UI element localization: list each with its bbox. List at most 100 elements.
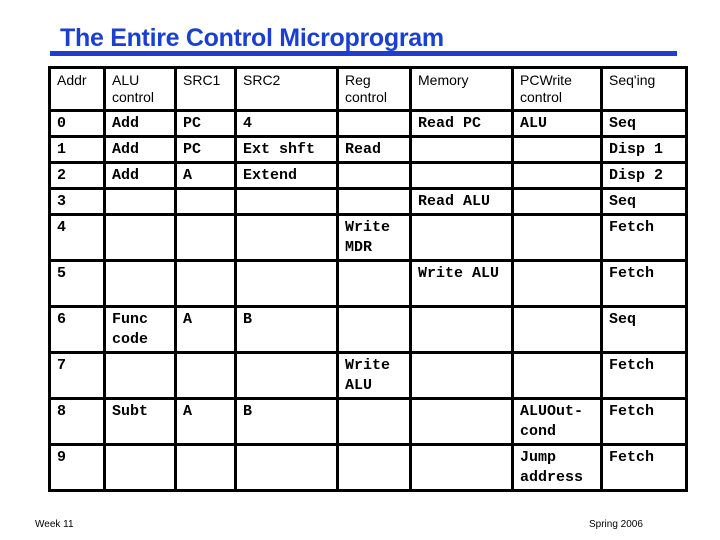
header-reg-control: Reg control [336,66,412,112]
cell-reg-control: Read [336,135,412,164]
cell-src1 [174,213,237,262]
cell-src1: A [174,305,237,354]
header-alu-control: ALU control [103,66,177,112]
cell-src1 [174,351,237,400]
header-pcwrite-control: PCWrite control [511,66,603,112]
cell-memory [409,397,514,446]
cell-addr: 8 [48,397,106,446]
cell-reg-control [336,187,412,216]
cell-seqing: Fetch [600,213,688,262]
cell-reg-control [336,259,412,308]
cell-addr: 7 [48,351,106,400]
footer-term: Spring 2006 [589,519,643,530]
cell-memory [409,443,514,492]
table-row: 9 Jump address Fetch [48,443,688,492]
cell-src2 [234,213,339,262]
footer-week: Week 11 [35,519,74,530]
cell-memory [409,161,514,190]
cell-seqing: Fetch [600,443,688,492]
cell-alu-control: Add [103,135,177,164]
cell-reg-control [336,109,412,138]
header-addr: Addr [48,66,106,112]
cell-seqing: Disp 1 [600,135,688,164]
cell-alu-control: Func code [103,305,177,354]
cell-src2: B [234,397,339,446]
cell-pcwrite-control: Jump address [511,443,603,492]
cell-src1 [174,443,237,492]
cell-seqing: Disp 2 [600,161,688,190]
table-row: 0 Add PC 4 Read PC ALU Seq [48,109,688,138]
cell-memory: Read ALU [409,187,514,216]
table-row: 6 Func code A B Seq [48,305,688,354]
cell-src1: PC [174,135,237,164]
cell-alu-control: Subt [103,397,177,446]
table-row: 4 Write MDR Fetch [48,213,688,262]
cell-seqing: Fetch [600,259,688,308]
cell-reg-control [336,161,412,190]
cell-addr: 5 [48,259,106,308]
cell-src1: A [174,397,237,446]
title-underline [50,51,677,56]
cell-alu-control [103,351,177,400]
table-header-row: Addr ALU control SRC1 SRC2 Reg control M… [48,66,688,112]
table-row: 8 Subt A B ALUOut-cond Fetch [48,397,688,446]
cell-src2 [234,351,339,400]
cell-pcwrite-control [511,187,603,216]
table-row: 2 Add A Extend Disp 2 [48,161,688,190]
cell-alu-control [103,259,177,308]
cell-src1 [174,187,237,216]
cell-src1: PC [174,109,237,138]
cell-src2 [234,443,339,492]
cell-seqing: Fetch [600,397,688,446]
cell-addr: 1 [48,135,106,164]
cell-addr: 6 [48,305,106,354]
cell-memory [409,213,514,262]
cell-addr: 3 [48,187,106,216]
header-src2: SRC2 [234,66,339,112]
cell-reg-control [336,397,412,446]
cell-pcwrite-control: ALUOut-cond [511,397,603,446]
cell-src2 [234,187,339,216]
cell-seqing: Seq [600,305,688,354]
cell-src2: Extend [234,161,339,190]
cell-reg-control: Write MDR [336,213,412,262]
cell-reg-control: Write ALU [336,351,412,400]
table-row: 7 Write ALU Fetch [48,351,688,400]
cell-memory [409,351,514,400]
table-row: 5 Write ALU Fetch [48,259,688,308]
cell-addr: 2 [48,161,106,190]
table-row: 3 Read ALU Seq [48,187,688,216]
cell-addr: 4 [48,213,106,262]
cell-src2: Ext shft [234,135,339,164]
cell-src1: A [174,161,237,190]
cell-addr: 9 [48,443,106,492]
cell-src1 [174,259,237,308]
header-src1: SRC1 [174,66,237,112]
cell-memory [409,305,514,354]
cell-alu-control [103,443,177,492]
slide-title: The Entire Control Microprogram [60,24,444,52]
cell-pcwrite-control: ALU [511,109,603,138]
cell-pcwrite-control [511,351,603,400]
header-seqing: Seq'ing [600,66,688,112]
cell-reg-control [336,305,412,354]
cell-memory: Write ALU [409,259,514,308]
cell-reg-control [336,443,412,492]
header-memory: Memory [409,66,514,112]
cell-pcwrite-control [511,305,603,354]
cell-pcwrite-control [511,135,603,164]
table-row: 1 Add PC Ext shft Read Disp 1 [48,135,688,164]
cell-alu-control [103,187,177,216]
microprogram-table: Addr ALU control SRC1 SRC2 Reg control M… [48,66,688,492]
cell-pcwrite-control [511,161,603,190]
cell-alu-control: Add [103,109,177,138]
cell-src2: B [234,305,339,354]
cell-seqing: Fetch [600,351,688,400]
cell-seqing: Seq [600,187,688,216]
cell-alu-control: Add [103,161,177,190]
cell-addr: 0 [48,109,106,138]
cell-memory [409,135,514,164]
cell-seqing: Seq [600,109,688,138]
cell-pcwrite-control [511,213,603,262]
cell-src2 [234,259,339,308]
